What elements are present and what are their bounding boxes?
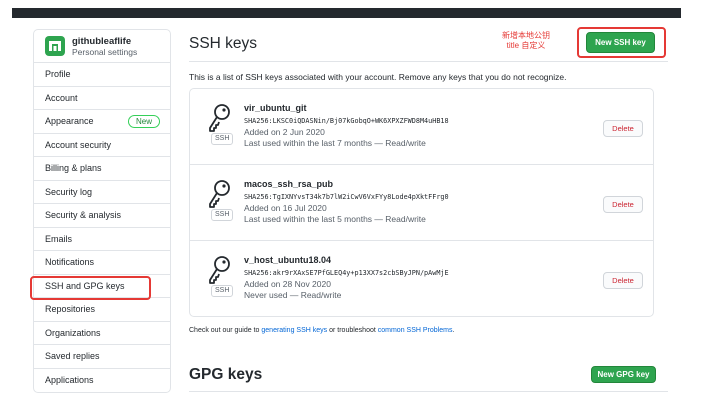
divider — [189, 391, 668, 392]
divider — [189, 61, 668, 62]
sidebar-item-label: Appearance — [45, 116, 94, 127]
sidebar-item-label: Account security — [45, 139, 112, 150]
sidebar-item-label: Repositories — [45, 304, 96, 315]
delete-key-button[interactable]: Delete — [603, 196, 643, 213]
sidebar-item-label: Saved replies — [45, 351, 100, 362]
ssh-intro-text: This is a list of SSH keys associated wi… — [189, 72, 567, 82]
sidebar-item-applications[interactable]: Applications — [34, 369, 170, 393]
guide-suffix: . — [452, 327, 455, 334]
key-last-used: Last used within the last 7 months — Rea… — [244, 138, 426, 148]
sidebar-user-header[interactable]: githubleaflife Personal settings — [34, 30, 170, 63]
sidebar-item-label: Account — [45, 92, 78, 103]
ssh-key-row: SSH vir_ubuntu_git SHA256:LKSC0iQDASNin/… — [190, 89, 653, 165]
sidebar-item-security-analysis[interactable]: Security & analysis — [34, 204, 170, 228]
key-added-date: Added on 28 Nov 2020 — [244, 279, 331, 289]
guide-middle: or troubleshoot — [327, 327, 378, 334]
identicon-icon — [49, 41, 61, 51]
sidebar-item-account-security[interactable]: Account security — [34, 134, 170, 157]
ssh-type-tag: SSH — [211, 209, 234, 221]
sidebar-item-label: Profile — [45, 69, 71, 80]
sidebar-item-profile[interactable]: Profile — [34, 63, 170, 87]
delete-key-button[interactable]: Delete — [603, 272, 643, 289]
ssh-type-tag: SSH — [211, 285, 234, 297]
key-title: v_host_ubuntu18.04 — [244, 255, 332, 265]
sidebar-item-repositories[interactable]: Repositories — [34, 298, 170, 322]
key-fingerprint: SHA256:LKSC0iQDASNin/Bj07kGobqO+WK6XPXZF… — [244, 117, 449, 125]
key-fingerprint: SHA256:akr9rXAxSE7PfGLEQ4y+p13XX7s2cbSBy… — [244, 269, 449, 277]
key-added-date: Added on 16 Jul 2020 — [244, 203, 327, 213]
sidebar-item-notifications[interactable]: Notifications — [34, 251, 170, 275]
sidebar-item-label: Security log — [45, 186, 93, 197]
new-badge: New — [127, 114, 160, 128]
generating-ssh-keys-link[interactable]: generating SSH keys — [261, 327, 327, 334]
avatar — [45, 36, 65, 56]
annotation-note: 新增本地公钥 title 自定义 — [490, 31, 562, 51]
key-title: vir_ubuntu_git — [244, 103, 307, 113]
user-subtitle: Personal settings — [72, 46, 138, 57]
sidebar-item-account[interactable]: Account — [34, 87, 170, 110]
annotation-highlight-box — [30, 276, 151, 300]
sidebar-item-label: Emails — [45, 233, 73, 244]
key-added-date: Added on 2 Jun 2020 — [244, 127, 325, 137]
top-header-bar — [12, 8, 681, 18]
settings-sidebar: githubleaflife Personal settings Profile… — [33, 29, 171, 393]
sidebar-item-label: Security & analysis — [45, 210, 122, 221]
sidebar-item-organizations[interactable]: Organizations — [34, 322, 170, 345]
key-fingerprint: SHA256:TgIXNYvsT34k7b7lW2iCwV6VxFYy8Lode… — [244, 193, 449, 201]
sidebar-item-label: Applications — [45, 375, 94, 386]
gpg-keys-title: GPG keys — [189, 366, 263, 383]
ssh-key-list: SSH vir_ubuntu_git SHA256:LKSC0iQDASNin/… — [189, 88, 654, 317]
sidebar-item-saved-replies[interactable]: Saved replies — [34, 345, 170, 369]
key-last-used: Last used within the last 5 months — Rea… — [244, 214, 426, 224]
user-name[interactable]: githubleaflife — [72, 36, 137, 47]
sidebar-item-label: Notifications — [45, 257, 95, 268]
sidebar-item-security-log[interactable]: Security log — [34, 181, 170, 204]
new-ssh-key-button[interactable]: New SSH key — [586, 32, 655, 53]
sidebar-item-emails[interactable]: Emails — [34, 228, 170, 251]
sidebar-item-label: Organizations — [45, 327, 101, 338]
delete-key-button[interactable]: Delete — [603, 120, 643, 137]
ssh-type-tag: SSH — [211, 133, 234, 145]
annotation-line: title 自定义 — [506, 41, 546, 50]
key-last-used: Never used — Read/write — [244, 290, 342, 300]
ssh-guide-text: Check out our guide to generating SSH ke… — [189, 327, 454, 334]
ssh-key-row: SSH macos_ssh_rsa_pub SHA256:TgIXNYvsT34… — [190, 165, 653, 241]
new-gpg-key-button[interactable]: New GPG key — [591, 366, 656, 383]
key-title: macos_ssh_rsa_pub — [244, 179, 334, 189]
sidebar-item-appearance[interactable]: Appearance New — [34, 110, 170, 134]
guide-prefix: Check out our guide to — [189, 327, 262, 334]
ssh-keys-title: SSH keys — [189, 35, 258, 52]
annotation-line: 新增本地公钥 — [502, 31, 550, 40]
common-ssh-problems-link[interactable]: common SSH Problems — [378, 327, 453, 334]
sidebar-item-billing[interactable]: Billing & plans — [34, 157, 170, 181]
ssh-key-row: SSH v_host_ubuntu18.04 SHA256:akr9rXAxSE… — [190, 241, 653, 317]
sidebar-item-label: Billing & plans — [45, 163, 102, 174]
